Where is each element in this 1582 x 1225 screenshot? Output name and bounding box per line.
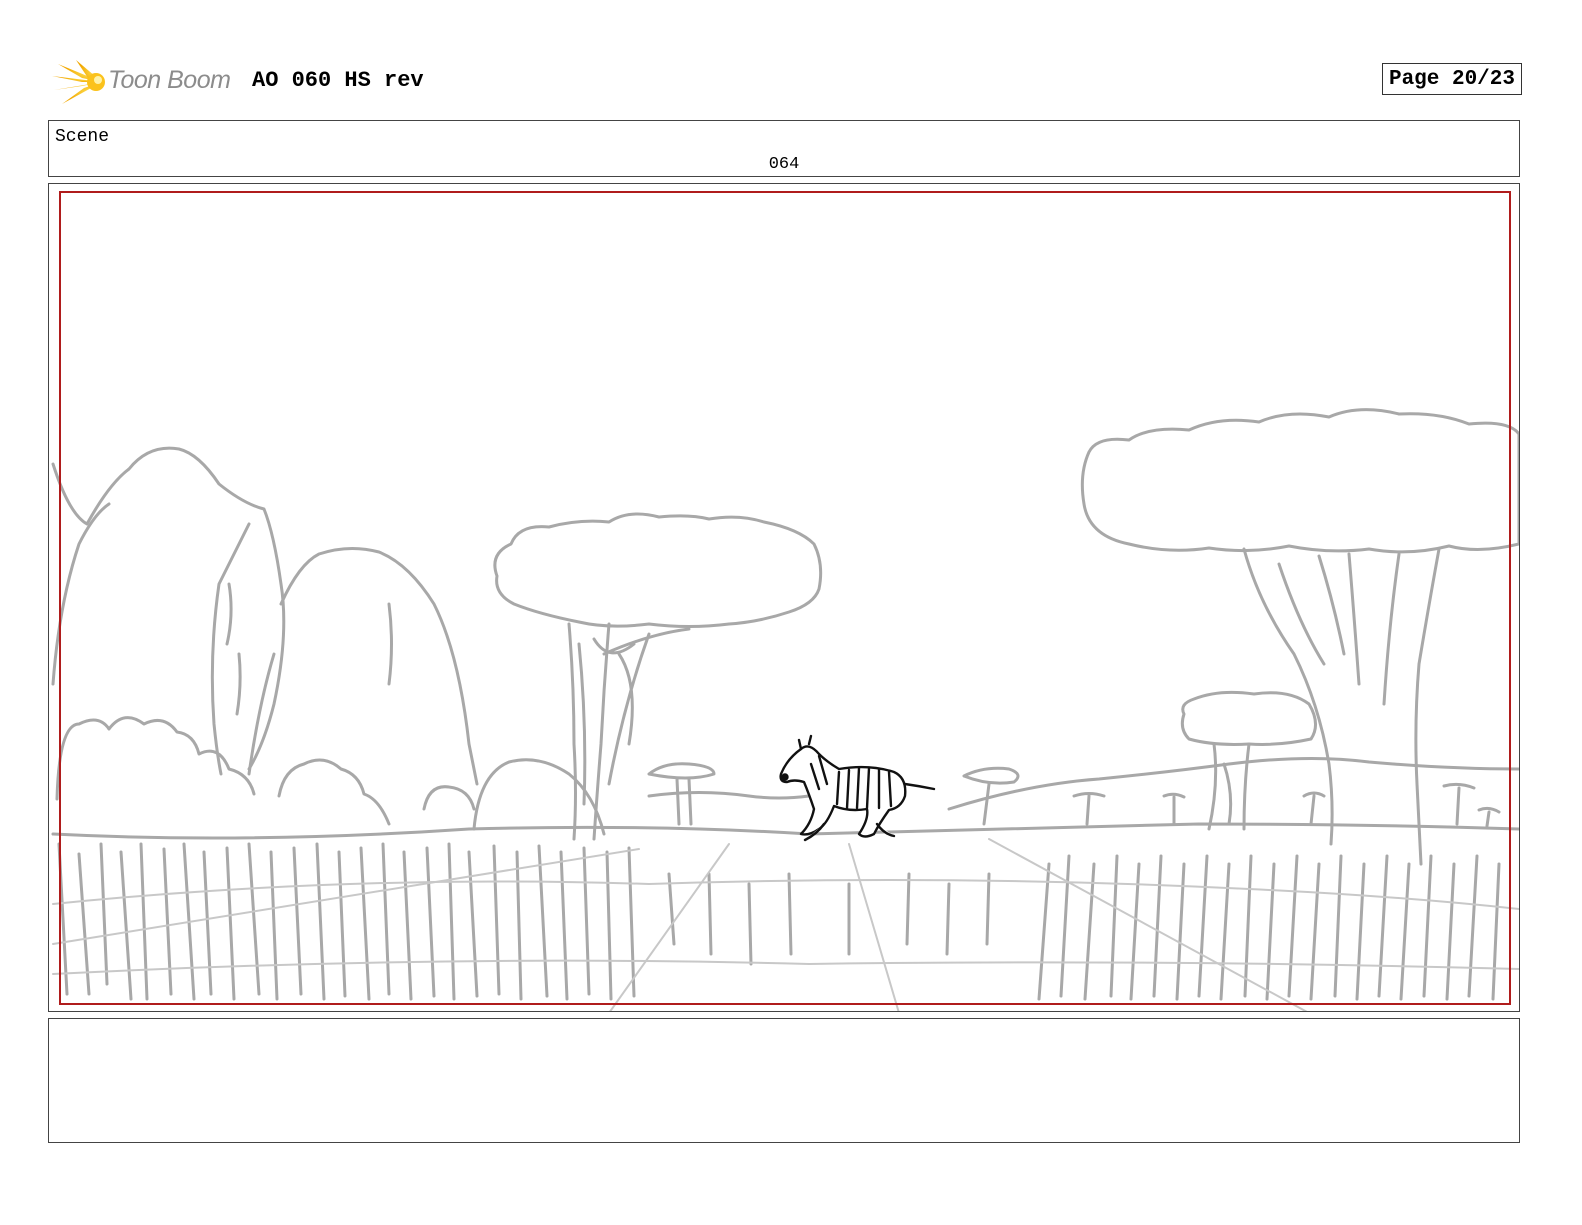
- document-title: AO 060 HS rev: [252, 68, 424, 93]
- scene-number: 064: [768, 155, 800, 174]
- storyboard-panel: [48, 183, 1520, 1012]
- storyboard-header: Toon Boom AO 060 HS rev Page 20/23: [48, 56, 1522, 106]
- scene-info-box: Scene 064: [48, 120, 1520, 177]
- zebra-figure: [779, 734, 936, 842]
- savanna-sketch-image: [51, 191, 1519, 1011]
- logo-wordmark: Toon Boom: [108, 66, 231, 94]
- panel-notes-box: [48, 1018, 1520, 1143]
- page-indicator: Page 20/23: [1381, 63, 1522, 95]
- toon-boom-logo: Toon Boom: [52, 58, 242, 106]
- scene-label: Scene: [55, 127, 110, 147]
- sun-burst-logo-icon: [52, 60, 105, 104]
